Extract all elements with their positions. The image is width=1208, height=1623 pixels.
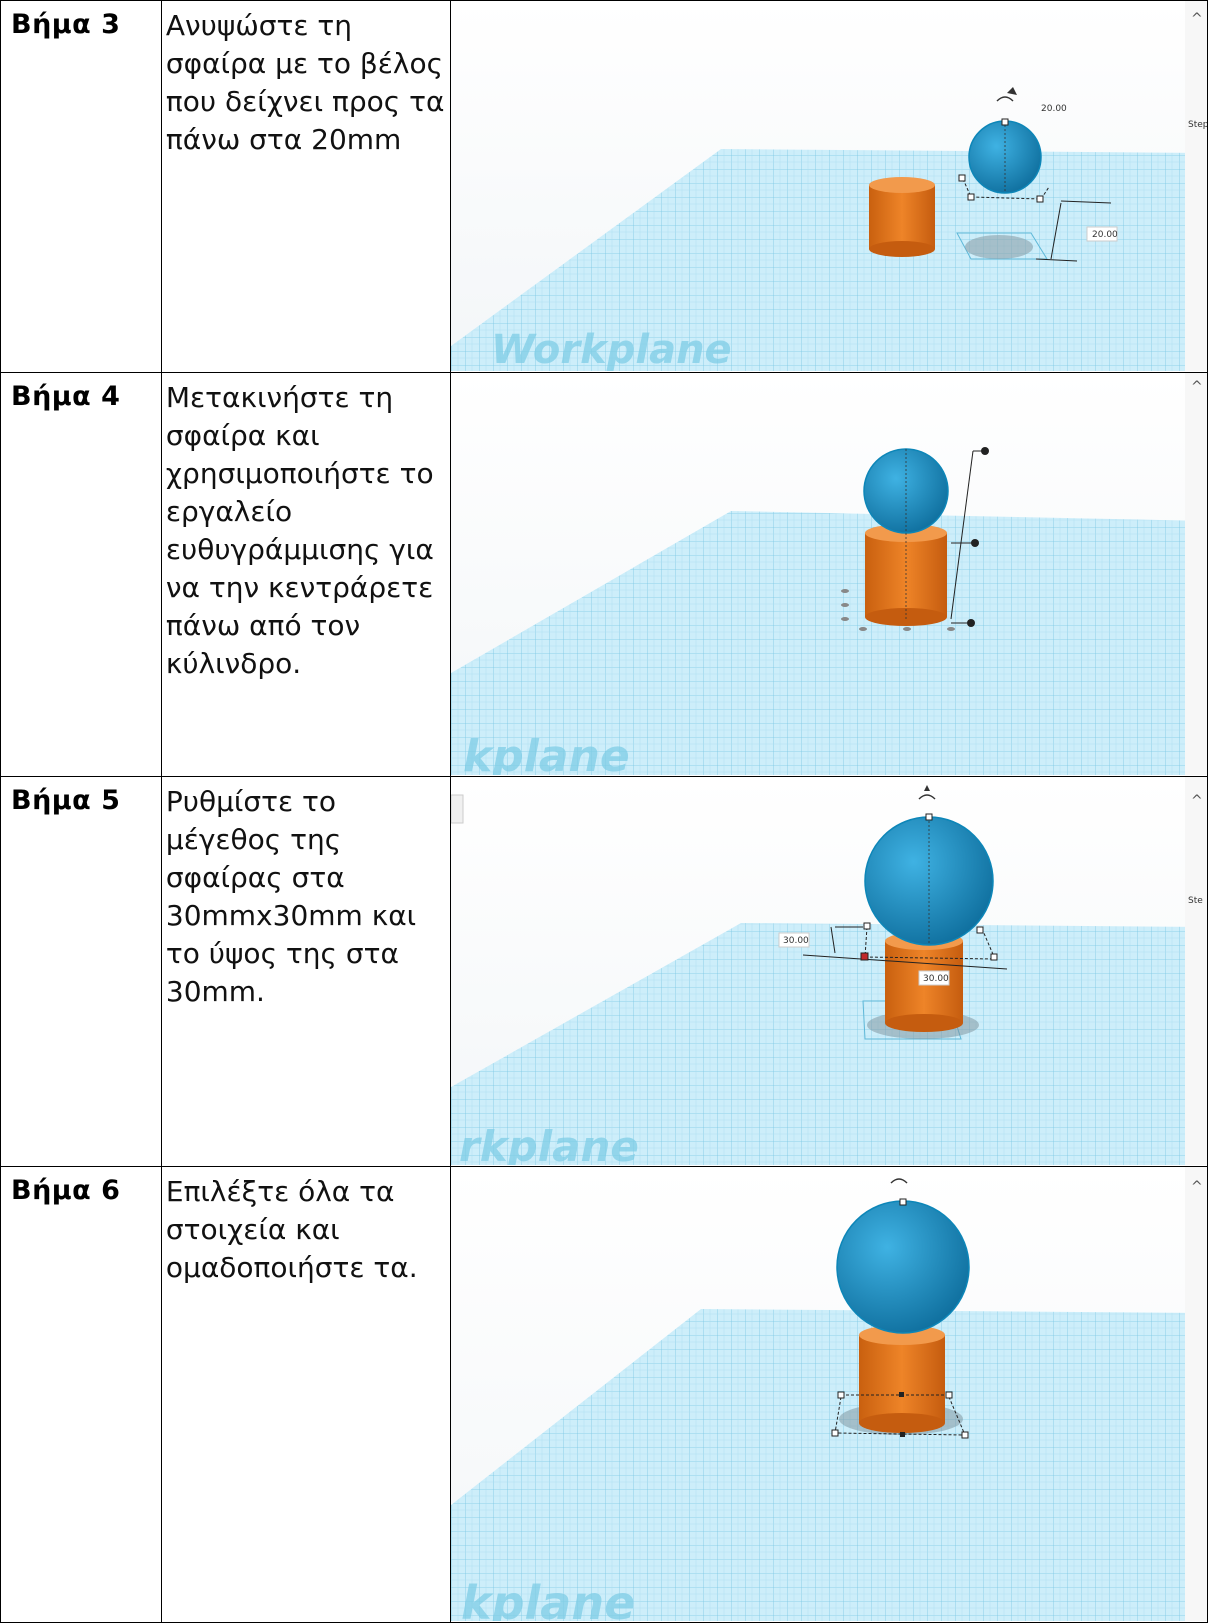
sphere-shape[interactable] [836, 1200, 970, 1334]
chevron-up-icon[interactable]: ^ [1191, 379, 1203, 395]
step-label: Βήμα 5 [0, 776, 162, 1167]
step-description: Μετακινήστε τη σφαίρα και χρησιμοποιήστε… [160, 372, 451, 777]
side-panel-label: Ste [1188, 896, 1203, 906]
step-row: Βήμα 5 Ρυθμίστε το μέγεθος της σφαίρας σ… [0, 776, 1208, 1167]
width-dimension[interactable]: 20.00 [1041, 104, 1067, 114]
step-label: Βήμα 6 [0, 1166, 162, 1623]
align-handle[interactable] [966, 619, 975, 627]
step-row: Βήμα 6 Επιλέξτε όλα τα στοιχεία και ομαδ… [0, 1166, 1208, 1623]
step-label: Βήμα 3 [0, 0, 162, 373]
tinkercad-viewport: kplane ^ [451, 373, 1207, 775]
workplane-watermark: Workplane [491, 327, 732, 371]
side-panel-label: Step [1188, 120, 1207, 130]
align-handle[interactable] [980, 447, 989, 455]
step-screenshot: kplane ^ [449, 1166, 1208, 1623]
align-handle[interactable] [970, 539, 979, 547]
height-dimension[interactable]: 20.00 [1092, 230, 1118, 240]
step-description: Ρυθμίστε το μέγεθος της σφαίρας στα 30mm… [160, 776, 451, 1167]
steps-table: Βήμα 3 Ανυψώστε τη σφαίρα με το βέλος πο… [0, 0, 1208, 1623]
cylinder-shape[interactable] [868, 177, 935, 257]
step-label: Βήμα 4 [0, 372, 162, 777]
workplane-watermark: rkplane [459, 1122, 639, 1165]
step-row: Βήμα 4 Μετακινήστε τη σφαίρα και χρησιμο… [0, 372, 1208, 777]
sphere-shape[interactable] [968, 120, 1042, 194]
workplane-watermark: kplane [463, 731, 630, 775]
step-description: Επιλέξτε όλα τα στοιχεία και ομαδοποιήστ… [160, 1166, 451, 1623]
chevron-up-icon[interactable]: ^ [1191, 793, 1203, 809]
sphere-shape[interactable] [864, 816, 994, 946]
tinkercad-viewport: rkplane 30.00 30.00 ^ Ste [451, 777, 1207, 1165]
step-screenshot: Workplane 20.00 20.00 ^ Step [449, 0, 1208, 373]
width-dimension[interactable]: 30.00 [783, 936, 809, 946]
step-description: Ανυψώστε τη σφαίρα με το βέλος που δείχν… [160, 0, 451, 373]
chevron-up-icon[interactable]: ^ [1191, 1179, 1203, 1195]
step-screenshot: rkplane 30.00 30.00 ^ Ste [449, 776, 1208, 1167]
step-row: Βήμα 3 Ανυψώστε τη σφαίρα με το βέλος πο… [0, 0, 1208, 373]
step-screenshot: kplane ^ [449, 372, 1208, 777]
workplane-watermark: kplane [461, 1576, 635, 1621]
cylinder-shape[interactable] [858, 1325, 945, 1433]
tinkercad-viewport: Workplane 20.00 20.00 ^ Step [451, 1, 1207, 371]
chevron-up-icon[interactable]: ^ [1191, 11, 1203, 27]
length-dimension[interactable]: 30.00 [923, 974, 949, 984]
tinkercad-viewport: kplane ^ [451, 1167, 1207, 1621]
